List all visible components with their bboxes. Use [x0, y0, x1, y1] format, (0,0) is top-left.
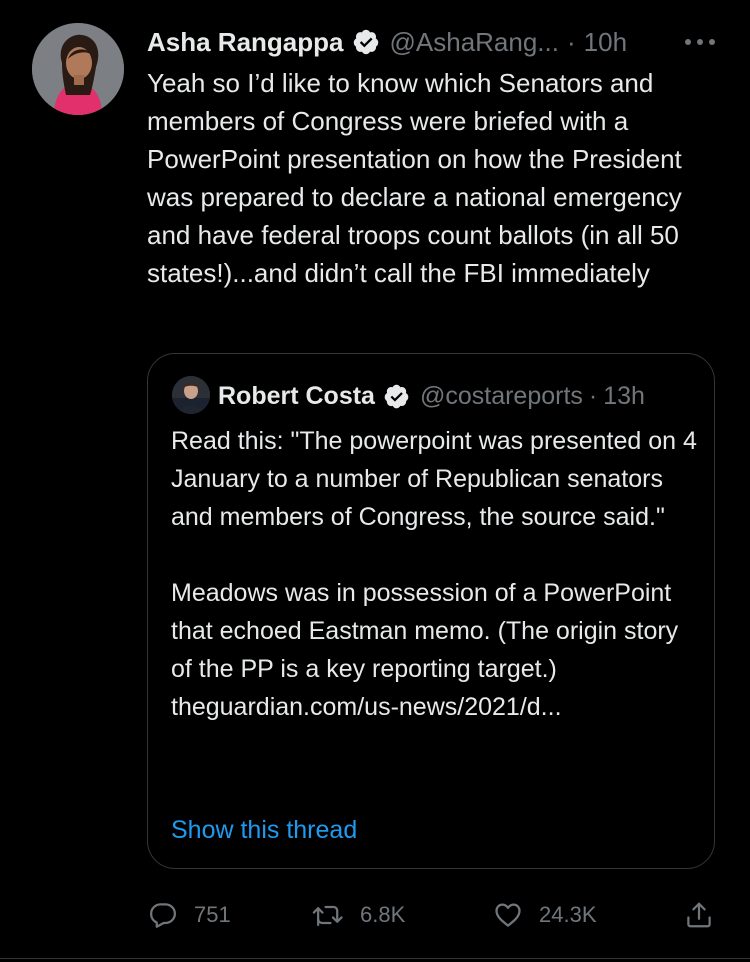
verified-badge-icon: [352, 28, 380, 56]
tweet: Asha Rangappa @AshaRang... · 10h Yeah so…: [0, 0, 750, 962]
quoted-tweet-timestamp: 13h: [603, 381, 645, 410]
share-button[interactable]: [684, 893, 714, 937]
reply-count: 751: [194, 902, 231, 927]
retweet-count: 6.8K: [360, 902, 406, 927]
bottom-divider: [0, 958, 750, 959]
quoted-tweet-link: theguardian.com/us-news/2021/d...: [171, 693, 562, 721]
tweet-text: Yeah so I’d like to know which Senators …: [147, 68, 690, 288]
like-count: 24.3K: [539, 902, 597, 927]
quoted-tweet-header: Robert Costa @costareports · 13h: [218, 376, 645, 416]
show-thread-link[interactable]: Show this thread: [171, 811, 357, 849]
header-separator: ·: [566, 26, 576, 57]
author-handle[interactable]: @AshaRang...: [390, 27, 559, 58]
retweet-icon: [312, 905, 343, 926]
tweet-timestamp[interactable]: 10h: [584, 27, 627, 58]
author-name[interactable]: Asha Rangappa: [147, 27, 344, 58]
quoted-author-handle: @costareports: [419, 381, 583, 410]
author-avatar-image: [32, 23, 124, 115]
quoted-header-separator: ·: [588, 381, 598, 410]
quoted-author-name: Robert Costa: [218, 381, 375, 410]
like-button[interactable]: 24.3K: [493, 893, 597, 937]
share-icon: [687, 902, 711, 928]
quoted-tweet-text: Read this: "The powerpoint was presented…: [171, 422, 701, 726]
heart-icon: [495, 903, 521, 927]
tweet-actions: 751 6.8K 24.3K: [0, 893, 750, 937]
quoted-author-avatar-image: [172, 376, 210, 414]
verified-badge-icon: [383, 383, 410, 410]
quoted-tweet[interactable]: Robert Costa @costareports · 13h Read th…: [147, 353, 715, 869]
more-options-icon[interactable]: [680, 34, 720, 50]
retweet-button[interactable]: 6.8K: [312, 893, 405, 937]
quoted-author-avatar: [172, 376, 210, 414]
tweet-header: Asha Rangappa @AshaRang... · 10h: [147, 24, 627, 60]
author-avatar[interactable]: [32, 23, 124, 115]
quoted-tweet-body: Read this: "The powerpoint was presented…: [171, 427, 697, 683]
reply-icon: [150, 903, 176, 928]
reply-button[interactable]: 751: [148, 893, 231, 937]
